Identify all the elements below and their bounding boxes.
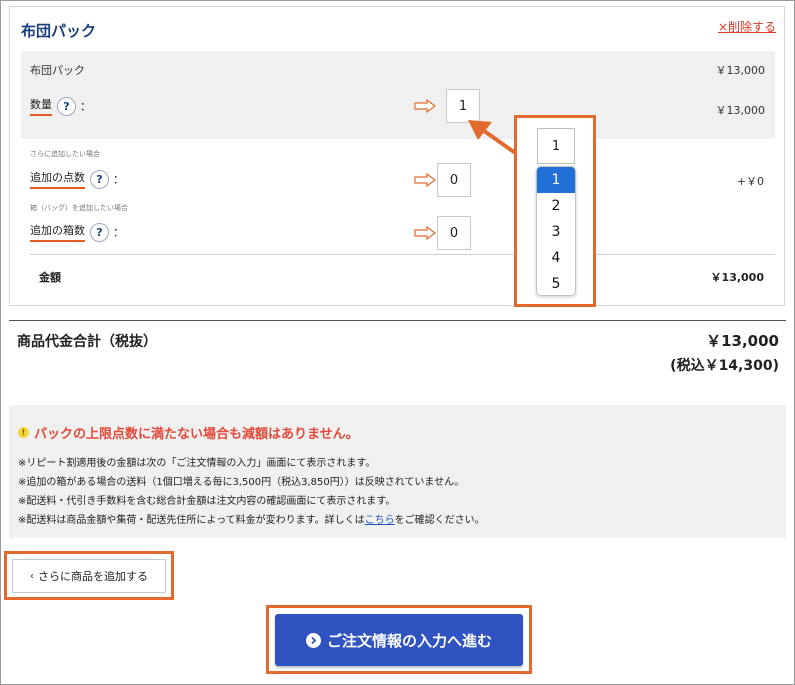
add-box-label: 追加の箱数 bbox=[30, 222, 85, 242]
proceed-label: ご注文情報の入力へ進む bbox=[326, 631, 492, 650]
amount-label: 金額 bbox=[39, 271, 61, 284]
add-box-select[interactable]: 0 bbox=[437, 216, 471, 250]
note-line: ※配送料は商品金額や集荷・配送先住所によって料金が変わります。詳しくはこちらをご… bbox=[18, 511, 485, 530]
add-box-label-row: 追加の箱数 ? ： bbox=[30, 222, 124, 242]
add-box-note: 箱（バッグ）を追加したい場合 bbox=[30, 204, 128, 212]
note-line: ※追加の箱がある場合の送料（1個口増える毎に3,500円（税込3,850円））は… bbox=[18, 477, 465, 488]
add-points-value: 0 bbox=[449, 172, 459, 188]
dropdown-selected-value: 1 bbox=[551, 138, 561, 154]
note-line: ※リピート割適用後の金額は次の「ご注文情報の入力」画面にて表示されます。 bbox=[18, 458, 376, 469]
total-tax-included: (税込￥14,300) bbox=[670, 358, 779, 374]
pack-card: 布団パック ×削除する 布団パック ￥13,000 数量 ? ： 1 ￥13,0… bbox=[9, 6, 785, 306]
amount-value: ￥13,000 bbox=[710, 271, 764, 284]
dropdown-highlight: 1 1 2 3 4 5 bbox=[514, 115, 596, 307]
quantity-label: 数量 bbox=[30, 96, 52, 116]
total-divider bbox=[9, 320, 786, 321]
notice-headline-row: ! パックの上限点数に満たない場合も減額はありません。 bbox=[18, 423, 359, 442]
note-line: ※配送料・代引き手数料を含む総合計金額は注文内容の確認画面にて表示されます。 bbox=[18, 496, 396, 507]
add-points-label-row: 追加の点数 ? ： bbox=[30, 169, 124, 189]
add-more-label: さらに商品を追加する bbox=[38, 570, 148, 583]
total-label: 商品代金合計（税抜） bbox=[17, 334, 157, 350]
add-more-highlight: ‹ さらに商品を追加する bbox=[4, 551, 174, 600]
pack-name: 布団パック bbox=[30, 64, 85, 77]
note-text: ※配送料は商品金額や集荷・配送先住所によって料金が変わります。詳しくは bbox=[18, 515, 365, 526]
add-points-label: 追加の点数 bbox=[30, 169, 85, 189]
arrow-right-icon bbox=[414, 226, 436, 240]
pack-price: ￥13,000 bbox=[715, 64, 766, 77]
add-more-button[interactable]: ‹ さらに商品を追加する bbox=[12, 559, 166, 593]
chevron-left-icon: ‹ bbox=[30, 570, 34, 582]
add-points-price: +￥0 bbox=[736, 175, 764, 188]
warning-icon: ! bbox=[18, 427, 29, 438]
delete-link[interactable]: ×削除する bbox=[718, 18, 776, 35]
card-title: 布団パック bbox=[21, 22, 97, 40]
dropdown-select[interactable]: 1 bbox=[537, 128, 575, 164]
arrow-circle-right-icon bbox=[305, 632, 321, 648]
help-icon[interactable]: ? bbox=[90, 169, 109, 189]
quantity-label-row: 数量 ? ： bbox=[30, 96, 91, 116]
pack-summary-box: 布団パック ￥13,000 数量 ? ： 1 ￥13,000 bbox=[21, 51, 775, 139]
add-points-note: さらに追加したい場合 bbox=[30, 150, 100, 158]
proceed-button[interactable]: ご注文情報の入力へ進む bbox=[275, 614, 523, 666]
dropdown-option[interactable]: 4 bbox=[537, 245, 575, 271]
note-text: をご確認ください。 bbox=[394, 515, 485, 526]
dropdown-option[interactable]: 3 bbox=[537, 219, 575, 245]
dropdown-option[interactable]: 2 bbox=[537, 193, 575, 219]
amount-divider bbox=[30, 254, 775, 255]
dropdown-options-list: 1 2 3 4 5 bbox=[536, 166, 576, 296]
details-link[interactable]: こちら bbox=[365, 515, 395, 526]
dropdown-option[interactable]: 5 bbox=[537, 271, 575, 295]
help-icon[interactable]: ? bbox=[57, 96, 76, 116]
dropdown-option[interactable]: 1 bbox=[537, 167, 575, 193]
colon: ： bbox=[113, 173, 124, 186]
notice-notes: ※リピート割適用後の金額は次の「ご注文情報の入力」画面にて表示されます。 ※追加… bbox=[18, 454, 485, 530]
proceed-highlight: ご注文情報の入力へ進む bbox=[266, 605, 532, 674]
total-value: ￥13,000 bbox=[706, 332, 779, 350]
help-icon[interactable]: ? bbox=[90, 222, 109, 242]
add-box-value: 0 bbox=[449, 225, 459, 241]
quantity-price: ￥13,000 bbox=[715, 104, 766, 117]
notice-headline: パックの上限点数に満たない場合も減額はありません。 bbox=[34, 427, 359, 442]
arrow-right-icon bbox=[414, 99, 436, 113]
colon: ： bbox=[80, 100, 91, 113]
arrow-right-icon bbox=[414, 173, 436, 187]
colon: ： bbox=[113, 226, 124, 239]
notice-box: ! パックの上限点数に満たない場合も減額はありません。 ※リピート割適用後の金額… bbox=[9, 405, 786, 538]
